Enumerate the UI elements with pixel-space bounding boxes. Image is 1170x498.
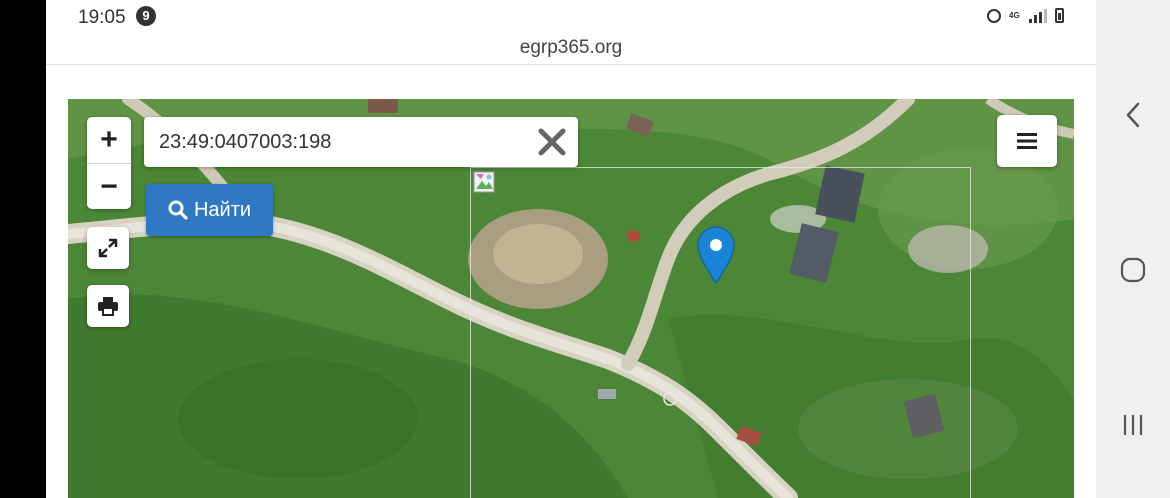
notification-count-badge: 9 <box>136 6 156 26</box>
nav-home-button[interactable] <box>1118 255 1148 285</box>
hamburger-menu-icon <box>1017 133 1037 149</box>
browser-url-bar[interactable]: egrp365.org <box>46 34 1096 65</box>
printer-icon <box>98 297 118 316</box>
cadastral-parcel-outline[interactable] <box>470 167 971 498</box>
cadastral-search-box <box>144 117 578 167</box>
recent-apps-icon <box>1123 415 1143 435</box>
search-icon <box>168 200 188 220</box>
status-icons: 4G <box>987 8 1064 23</box>
cadastral-number-input[interactable] <box>144 117 539 167</box>
close-icon[interactable] <box>536 126 568 158</box>
signal-icon <box>1029 8 1047 23</box>
expand-icon <box>98 238 118 258</box>
satellite-map[interactable]: + − Найти <box>68 99 1074 498</box>
find-button-label: Найти <box>193 198 252 221</box>
status-time: 19:05 <box>78 7 126 28</box>
nav-back-button[interactable] <box>1118 100 1148 130</box>
device-bezel <box>0 0 46 498</box>
chevron-left-icon <box>1126 102 1140 128</box>
circle-home-icon <box>1120 257 1146 283</box>
broken-image-icon <box>473 171 495 193</box>
battery-icon <box>1055 8 1064 23</box>
url-text: egrp365.org <box>519 37 623 58</box>
zoom-in-button[interactable]: + <box>87 117 131 163</box>
system-navigation-bar <box>1096 0 1170 498</box>
zoom-controls: + − <box>87 117 131 209</box>
fullscreen-button[interactable] <box>87 227 129 269</box>
find-button[interactable]: Найти <box>146 184 273 236</box>
map-pin-icon[interactable] <box>697 226 735 284</box>
nav-recent-apps-button[interactable] <box>1118 410 1148 440</box>
status-bar: 19:05 9 4G <box>46 0 1096 34</box>
print-button[interactable] <box>87 285 129 327</box>
zoom-out-button[interactable]: − <box>87 163 131 209</box>
map-menu-button[interactable] <box>997 115 1057 167</box>
network-type-icon: 4G <box>1009 10 1020 20</box>
alarm-icon <box>987 8 1001 23</box>
